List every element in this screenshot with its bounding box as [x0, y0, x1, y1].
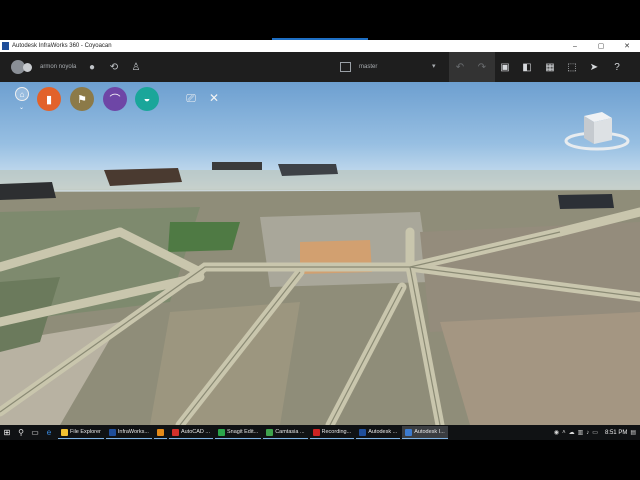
cursor-icon[interactable]: ➤	[587, 60, 601, 74]
autocad-icon	[171, 428, 179, 436]
help-icon[interactable]: ?	[610, 60, 624, 74]
user-name[interactable]: armon noyola	[40, 64, 76, 70]
task-view-icon[interactable]: ▭	[28, 425, 42, 440]
screen-icon[interactable]: ⎚	[183, 90, 199, 106]
window-controls: – ▢ ✕	[562, 40, 640, 52]
redo-icon[interactable]: ↷	[475, 60, 489, 74]
taskbar-item-snagit[interactable]: Snagit Edit...	[215, 426, 262, 439]
taskbar-item-recording[interactable]: Recording...	[309, 426, 355, 439]
search-icon[interactable]: ⚲	[14, 425, 28, 440]
onedrive-icon[interactable]: ☁	[569, 429, 575, 436]
taskbar-clock[interactable]: 8:51 PM	[605, 430, 627, 436]
app-icon	[156, 428, 164, 436]
panel-icon[interactable]: ◧	[520, 60, 534, 74]
maximize-button[interactable]: ▢	[588, 40, 614, 52]
branch-name[interactable]: master	[359, 64, 377, 70]
language-icon[interactable]: ▭	[592, 429, 598, 436]
undo-redo-group: ↶ ↷	[449, 52, 495, 82]
taskbar-item-autodesk[interactable]: Autodesk ...	[356, 426, 401, 439]
analyze-tool[interactable]: ⚑	[70, 87, 94, 111]
top-letterbox	[0, 0, 640, 42]
bridge-design-tool-icon: ⌒	[109, 94, 121, 106]
window-title: Autodesk InfraWorks 360 - Coyoacan	[12, 43, 112, 49]
present-tool[interactable]: ◒	[135, 87, 159, 111]
taskbar-item-infraworks[interactable]: InfraWorks...	[105, 426, 152, 439]
taskbar-item-file-explorer[interactable]: File Explorer	[58, 426, 104, 439]
network-icon[interactable]: ▥	[578, 429, 584, 436]
chat-icon[interactable]: ●	[86, 61, 98, 73]
select-icon[interactable]: ⬚	[565, 60, 579, 74]
autodesk-icon	[359, 428, 367, 436]
measure-icon[interactable]: ✕	[206, 90, 222, 106]
chevron-up-icon[interactable]: ˄	[562, 430, 566, 436]
account-menu-icon[interactable]	[23, 63, 32, 72]
infraworks-icon	[108, 428, 116, 436]
security-icon[interactable]: ◉	[554, 429, 559, 436]
minimize-button[interactable]: –	[562, 40, 588, 52]
autodesk-infraworks-icon	[405, 428, 413, 436]
home-icon[interactable]: ⌂	[15, 87, 29, 101]
system-tray: ◉ ˄ ☁ ▥ ♪ ▭ 8:51 PM ▤	[554, 425, 640, 440]
viewcube[interactable]	[564, 108, 630, 152]
undo-icon[interactable]: ↶	[453, 60, 467, 74]
grid-icon[interactable]: ▦	[543, 60, 557, 74]
chevron-down-icon[interactable]: ▾	[432, 62, 436, 70]
windows-taskbar: ⊞ ⚲ ▭ e File Explorer InfraWorks... Auto…	[0, 425, 640, 440]
app-toolbar: armon noyola ● ⟲ ♙ master ▾ ↶ ↷ ▣ ◧ ▦ ⬚ …	[0, 52, 640, 82]
taskbar-item-autocad[interactable]: AutoCAD ...	[168, 426, 213, 439]
city-model-scene	[0, 162, 640, 425]
taskbar-item-autodesk-infraworks[interactable]: Autodesk I...	[402, 426, 448, 439]
infraworks-app-icon	[2, 42, 9, 50]
notifications-icon[interactable]: ▤	[630, 429, 636, 436]
branch-icon	[340, 62, 351, 72]
create-manage-tool[interactable]: ▮	[37, 87, 61, 111]
snagit-icon	[218, 428, 225, 436]
analyze-tool-icon: ⚑	[77, 93, 87, 106]
person-icon[interactable]: ♙	[130, 61, 142, 73]
bridge-design-tool[interactable]: ⌒	[103, 87, 127, 111]
windows-start-icon[interactable]: ⊞	[0, 425, 14, 440]
3d-viewport[interactable]: ⌂ ⌄ ▮ ⚑ ⌒ ◒ ⎚ ✕	[0, 82, 640, 425]
bookmark-icon[interactable]: ▣	[498, 60, 512, 74]
screen: Autodesk InfraWorks 360 - Coyoacan – ▢ ✕…	[0, 0, 640, 480]
sync-icon[interactable]: ⟲	[108, 61, 120, 73]
present-tool-icon: ◒	[143, 93, 151, 105]
edge-icon[interactable]: e	[42, 425, 56, 440]
taskbar-item-app[interactable]	[153, 426, 167, 439]
create-manage-tool-icon: ▮	[45, 93, 53, 106]
close-button[interactable]: ✕	[614, 40, 640, 52]
folder-icon	[61, 428, 68, 436]
volume-icon[interactable]: ♪	[586, 430, 589, 436]
home-view-dropdown-icon[interactable]: ⌄	[19, 104, 24, 111]
recording-icon	[312, 428, 320, 436]
camtasia-icon	[266, 428, 274, 436]
window-titlebar[interactable]: Autodesk InfraWorks 360 - Coyoacan – ▢ ✕	[0, 40, 640, 52]
taskbar-item-camtasia[interactable]: Camtasia ...	[263, 426, 308, 439]
